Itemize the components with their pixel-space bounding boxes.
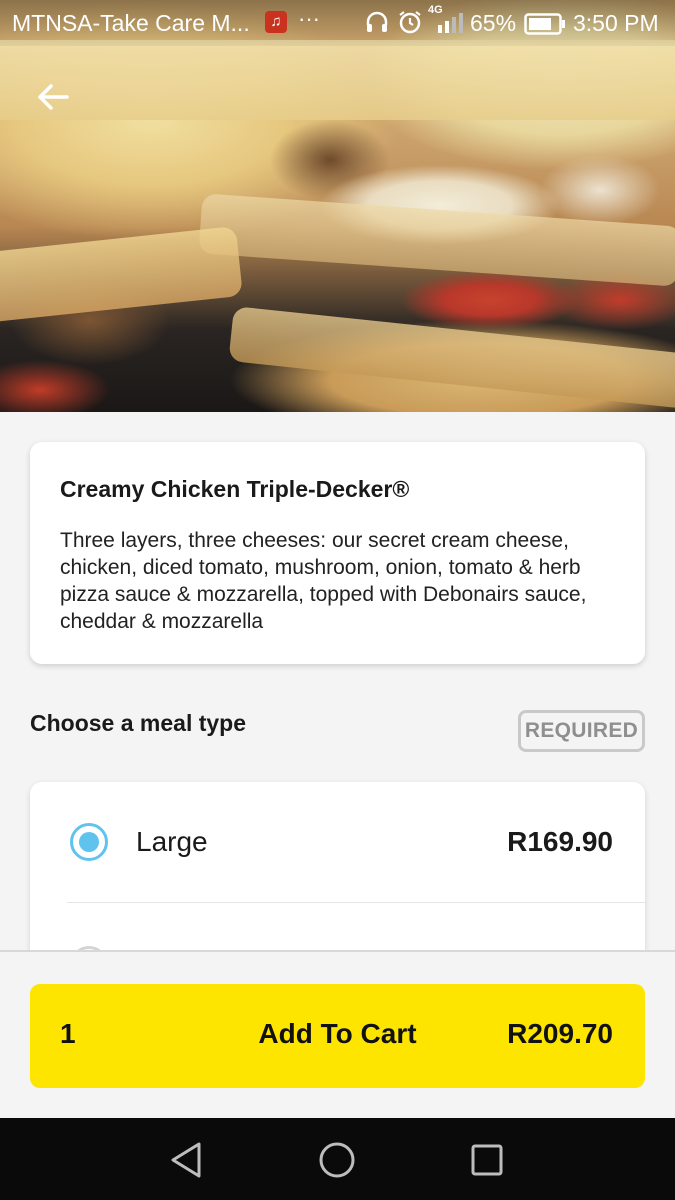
option-label: Large [136, 826, 208, 857]
cart-total: R209.70 [507, 1018, 613, 1049]
nav-home-button[interactable] [315, 1138, 359, 1182]
clock: 3:50 PM [573, 10, 659, 36]
back-button[interactable] [32, 76, 74, 118]
pizza-slice-left [0, 226, 243, 324]
music-icon: ♫ [265, 11, 287, 33]
status-bar: MTNSA-Take Care M... ♫ ··· 4G 65% 3:50 P… [0, 0, 675, 46]
pizza-layer-mid [198, 193, 675, 287]
nav-recent-button[interactable] [465, 1138, 509, 1182]
battery-percent: 65% [470, 10, 517, 36]
bottom-bar: 1 Add To Cart R209.70 [0, 950, 675, 1120]
radio-selected[interactable] [70, 823, 108, 861]
product-image [0, 0, 675, 412]
product-description: Three layers, three cheeses: our secret … [60, 529, 587, 633]
headphone-icon [364, 9, 390, 41]
nav-home-icon [319, 1142, 355, 1178]
meal-type-heading: Choose a meal type [30, 710, 247, 736]
product-title: Creamy Chicken Triple-Decker® [60, 476, 410, 502]
required-badge: REQUIRED [518, 710, 645, 752]
nav-recent-icon [471, 1144, 503, 1176]
nav-back-icon [171, 1142, 201, 1178]
system-nav-bar [0, 1118, 675, 1200]
battery-icon [524, 13, 566, 41]
nav-back-button[interactable] [165, 1138, 209, 1182]
alarm-icon [397, 9, 423, 41]
overflow-dots: ··· [298, 6, 320, 31]
pizza-layer-top [0, 40, 675, 120]
add-to-cart-button[interactable]: 1 Add To Cart R209.70 [30, 984, 645, 1088]
product-info-card: Creamy Chicken Triple-Decker® Three laye… [30, 442, 645, 664]
meal-option-large[interactable]: Large R169.90 [30, 782, 645, 903]
pizza-layer-bottom [228, 306, 675, 409]
option-price: R169.90 [507, 826, 613, 857]
arrow-left-icon [38, 84, 69, 110]
carrier-name: MTNSA-Take Care M... [12, 10, 250, 36]
signal-icon [436, 11, 466, 41]
